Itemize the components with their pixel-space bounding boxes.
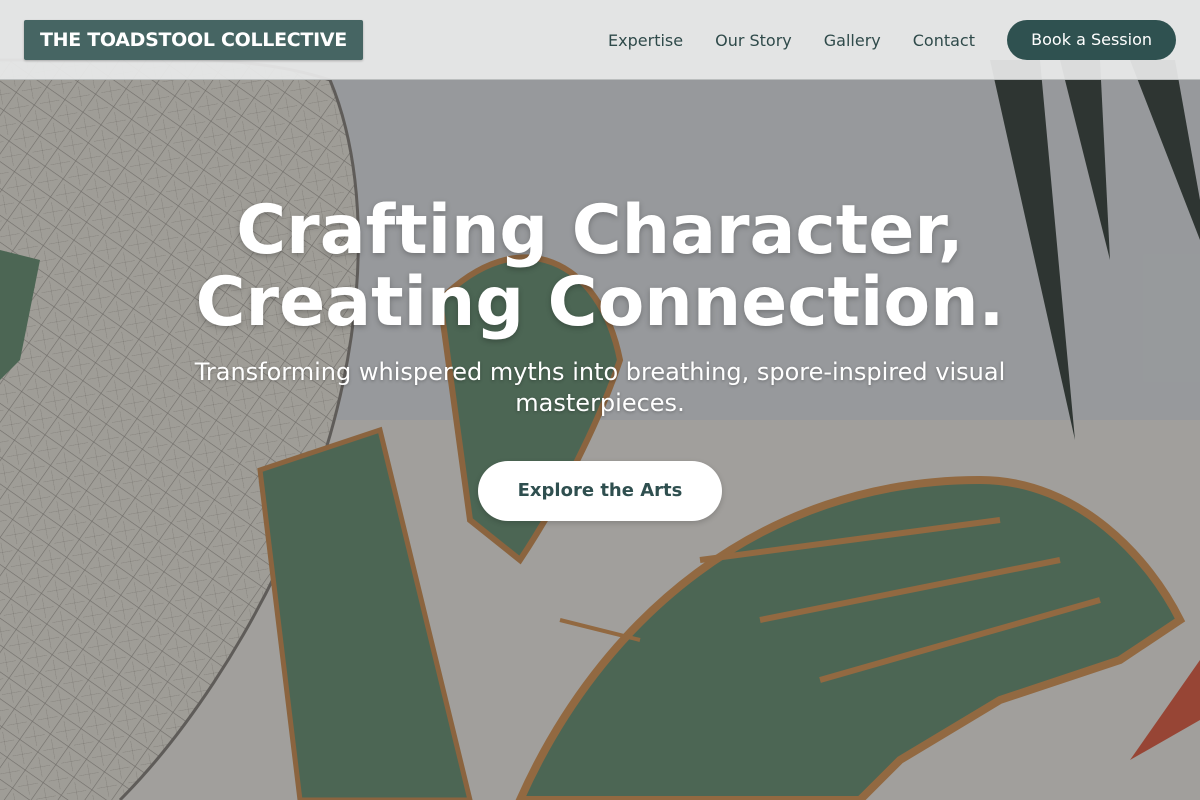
hero-subtitle: Transforming whispered myths into breath… (194, 358, 1006, 417)
main-nav: Expertise Our Story Gallery Contact (608, 0, 975, 80)
hero-title: Crafting Character, Creating Connection. (195, 191, 1005, 342)
nav-link-gallery[interactable]: Gallery (824, 31, 881, 50)
explore-arts-button[interactable]: Explore the Arts (477, 461, 723, 521)
hero-section: Crafting Character, Creating Connection.… (0, 195, 1200, 521)
nav-link-contact[interactable]: Contact (913, 31, 975, 50)
book-session-button[interactable]: Book a Session (1007, 20, 1176, 60)
site-header: THE TOADSTOOL COLLECTIVE Expertise Our S… (0, 0, 1200, 80)
nav-link-our-story[interactable]: Our Story (715, 31, 792, 50)
nav-link-expertise[interactable]: Expertise (608, 31, 683, 50)
page: THE TOADSTOOL COLLECTIVE Expertise Our S… (0, 0, 1200, 800)
site-logo[interactable]: THE TOADSTOOL COLLECTIVE (24, 20, 363, 60)
